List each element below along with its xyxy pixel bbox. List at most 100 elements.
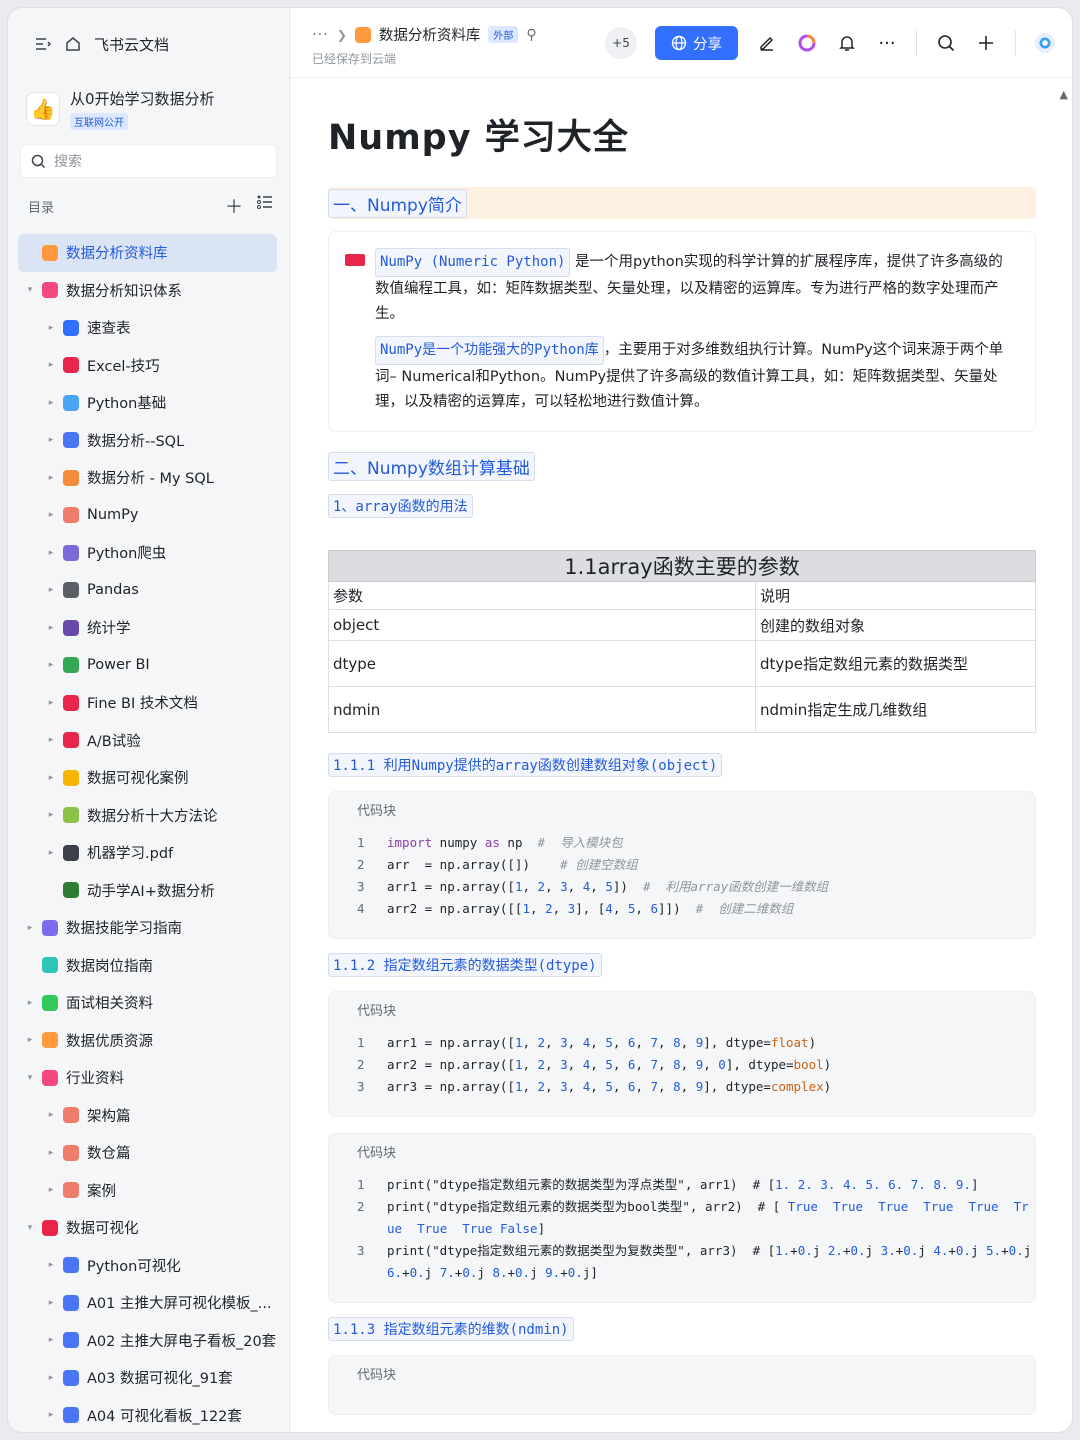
table-cell[interactable]: dtype: [328, 640, 756, 687]
sidebar-item[interactable]: ▸ 数据分析--SQL: [8, 422, 289, 460]
table-cell[interactable]: 参数: [328, 581, 756, 610]
code-block-3[interactable]: 代码块 1 print("dtype指定数组元素的数据类型为浮点类型", arr1…: [328, 1133, 1036, 1303]
search-input[interactable]: 搜索: [20, 144, 277, 178]
code-block-1[interactable]: 代码块 1 import numpy as np # 导入模块包 2 arr = np…: [328, 791, 1036, 939]
sidebar-item[interactable]: ▾ 数据分析知识体系: [8, 272, 289, 310]
table-cell[interactable]: object: [328, 609, 756, 641]
sidebar-item[interactable]: ▸ 数仓篇: [8, 1134, 289, 1172]
sidebar-item[interactable]: ▾ 行业资料: [8, 1059, 289, 1097]
code-block-4[interactable]: 代码块: [328, 1355, 1036, 1415]
sidebar-item-label: 行业资料: [66, 1071, 124, 1088]
breadcrumb-more[interactable]: ···: [312, 27, 329, 43]
home-label[interactable]: 飞书云文档: [94, 34, 169, 55]
chevron-down-icon[interactable]: ▾: [24, 1073, 36, 1083]
edit-icon[interactable]: [756, 32, 778, 54]
table-row: dtype dtype指定数组元素的数据类型: [328, 640, 1036, 687]
sidebar-item[interactable]: ▸ 数据优质资源: [8, 1022, 289, 1060]
table-row: object 创建的数组对象: [328, 609, 1036, 641]
chevron-right-icon[interactable]: ▸: [45, 660, 57, 670]
sidebar-item-label: 数据分析资料库: [66, 246, 168, 263]
ai-assistant-icon[interactable]: [796, 32, 818, 54]
chevron-right-icon[interactable]: ▸: [45, 548, 57, 558]
sidebar-item[interactable]: ▸ 数据技能学习指南: [8, 909, 289, 947]
sidebar-item[interactable]: ▸ Power BI: [8, 647, 289, 685]
sidebar-item[interactable]: ▾ 数据可视化: [8, 1209, 289, 1247]
table-cell[interactable]: 说明: [755, 581, 1036, 610]
sidebar-item[interactable]: ▸ Python基础: [8, 384, 289, 422]
code-text: print("dtype指定数组元素的数据类型为bool类型", arr2) #…: [387, 1199, 1029, 1236]
sidebar-item[interactable]: ▸ 数据可视化案例: [8, 759, 289, 797]
chevron-right-icon[interactable]: ▸: [45, 585, 57, 595]
chevron-right-icon[interactable]: ▸: [45, 1298, 57, 1308]
table-cell[interactable]: ndmin指定生成几维数组: [755, 686, 1036, 733]
chevron-right-icon[interactable]: ▸: [45, 810, 57, 820]
chevron-right-icon[interactable]: ▸: [45, 510, 57, 520]
chevron-right-icon[interactable]: ▸: [45, 1148, 57, 1158]
sidebar-item[interactable]: ▸ Fine BI 技术文档: [8, 684, 289, 722]
sidebar-item-label: Fine BI 技术文档: [87, 696, 198, 713]
chevron-right-icon[interactable]: ▸: [45, 398, 57, 408]
sidebar-item[interactable]: ▸ Excel-技巧: [8, 347, 289, 385]
sidebar-item[interactable]: 动手学AI+数据分析: [8, 872, 289, 910]
user-avatar[interactable]: [1034, 32, 1056, 54]
chevron-down-icon[interactable]: ▾: [24, 1223, 36, 1233]
wiki-space-header[interactable]: 👍 从0开始学习数据分析 互联网公开: [8, 80, 289, 144]
toc-header: 目录 ＋: [8, 178, 289, 234]
chevron-right-icon[interactable]: ▸: [45, 323, 57, 333]
collaborators-more-button[interactable]: +5: [605, 27, 637, 59]
chevron-right-icon[interactable]: ▸: [45, 1410, 57, 1420]
sidebar-item[interactable]: ▸ 数据分析 - My SQL: [8, 459, 289, 497]
outline-settings-icon[interactable]: [257, 193, 273, 219]
chevron-right-icon[interactable]: ▸: [45, 773, 57, 783]
sidebar-item[interactable]: ▸ 案例: [8, 1172, 289, 1210]
table-cell[interactable]: ndmin: [328, 686, 756, 733]
chevron-right-icon[interactable]: ▸: [45, 1335, 57, 1345]
table-cell[interactable]: 创建的数组对象: [755, 609, 1036, 641]
sidebar-item[interactable]: 数据岗位指南: [8, 947, 289, 985]
sidebar-item[interactable]: ▸ 统计学: [8, 609, 289, 647]
pin-icon[interactable]: ⚲: [526, 27, 536, 43]
chevron-right-icon[interactable]: ▸: [45, 1260, 57, 1270]
sidebar-item[interactable]: ▸ A/B试验: [8, 722, 289, 760]
chevron-right-icon[interactable]: ▸: [45, 1185, 57, 1195]
sidebar-item[interactable]: ▸ 面试相关资料: [8, 984, 289, 1022]
chevron-right-icon[interactable]: ▸: [45, 360, 57, 370]
sidebar-item[interactable]: ▸ NumPy: [8, 497, 289, 535]
intro-paragraph-1: NumPy (Numeric Python) 是一个用python实现的科学计算…: [375, 248, 1015, 327]
chevron-right-icon[interactable]: ▸: [24, 1035, 36, 1045]
home-icon[interactable]: [64, 35, 82, 53]
sidebar-item[interactable]: ▸ 架构篇: [8, 1097, 289, 1135]
sidebar-item[interactable]: ▸ Python爬虫: [8, 534, 289, 572]
breadcrumb-doc-name[interactable]: 数据分析资料库: [379, 24, 481, 45]
share-button[interactable]: 分享: [655, 26, 738, 60]
chevron-right-icon[interactable]: ▸: [45, 698, 57, 708]
sidebar-item[interactable]: ▸ A04 可视化看板_122套: [8, 1397, 289, 1433]
chevron-right-icon[interactable]: ▸: [45, 1110, 57, 1120]
chevron-down-icon[interactable]: ▾: [24, 285, 36, 295]
search-icon[interactable]: [935, 32, 957, 54]
chevron-right-icon[interactable]: ▸: [45, 623, 57, 633]
notification-bell-icon[interactable]: [836, 32, 858, 54]
chevron-right-icon[interactable]: ▸: [24, 923, 36, 933]
sidebar-item[interactable]: ▸ A02 主推大屏电子看板_20套: [8, 1322, 289, 1360]
sidebar-item[interactable]: ▸ A03 数据可视化_91套: [8, 1359, 289, 1397]
create-new-icon[interactable]: [975, 32, 997, 54]
chevron-right-icon[interactable]: ▸: [24, 998, 36, 1008]
sidebar-item[interactable]: ▸ 数据分析十大方法论: [8, 797, 289, 835]
chevron-right-icon[interactable]: ▸: [45, 473, 57, 483]
chevron-right-icon[interactable]: ▸: [45, 848, 57, 858]
sidebar-item[interactable]: ▸ 机器学习.pdf: [8, 834, 289, 872]
table-cell[interactable]: dtype指定数组元素的数据类型: [755, 640, 1036, 687]
add-page-icon[interactable]: ＋: [225, 193, 243, 219]
sidebar-item[interactable]: ▸ Pandas: [8, 572, 289, 610]
more-options-icon[interactable]: ···: [876, 32, 898, 54]
chevron-right-icon[interactable]: ▸: [45, 735, 57, 745]
sidebar-item[interactable]: ▸ 速查表: [8, 309, 289, 347]
code-block-2[interactable]: 代码块 1 arr1 = np.array([1, 2, 3, 4, 5, 6, …: [328, 991, 1036, 1117]
collapse-sidebar-icon[interactable]: [34, 35, 52, 53]
chevron-right-icon[interactable]: ▸: [45, 1373, 57, 1383]
sidebar-item[interactable]: ▸ Python可视化: [8, 1247, 289, 1285]
chevron-right-icon[interactable]: ▸: [45, 435, 57, 445]
sidebar-item[interactable]: 数据分析资料库: [18, 234, 277, 272]
sidebar-item[interactable]: ▸ A01 主推大屏可视化模板_...: [8, 1284, 289, 1322]
